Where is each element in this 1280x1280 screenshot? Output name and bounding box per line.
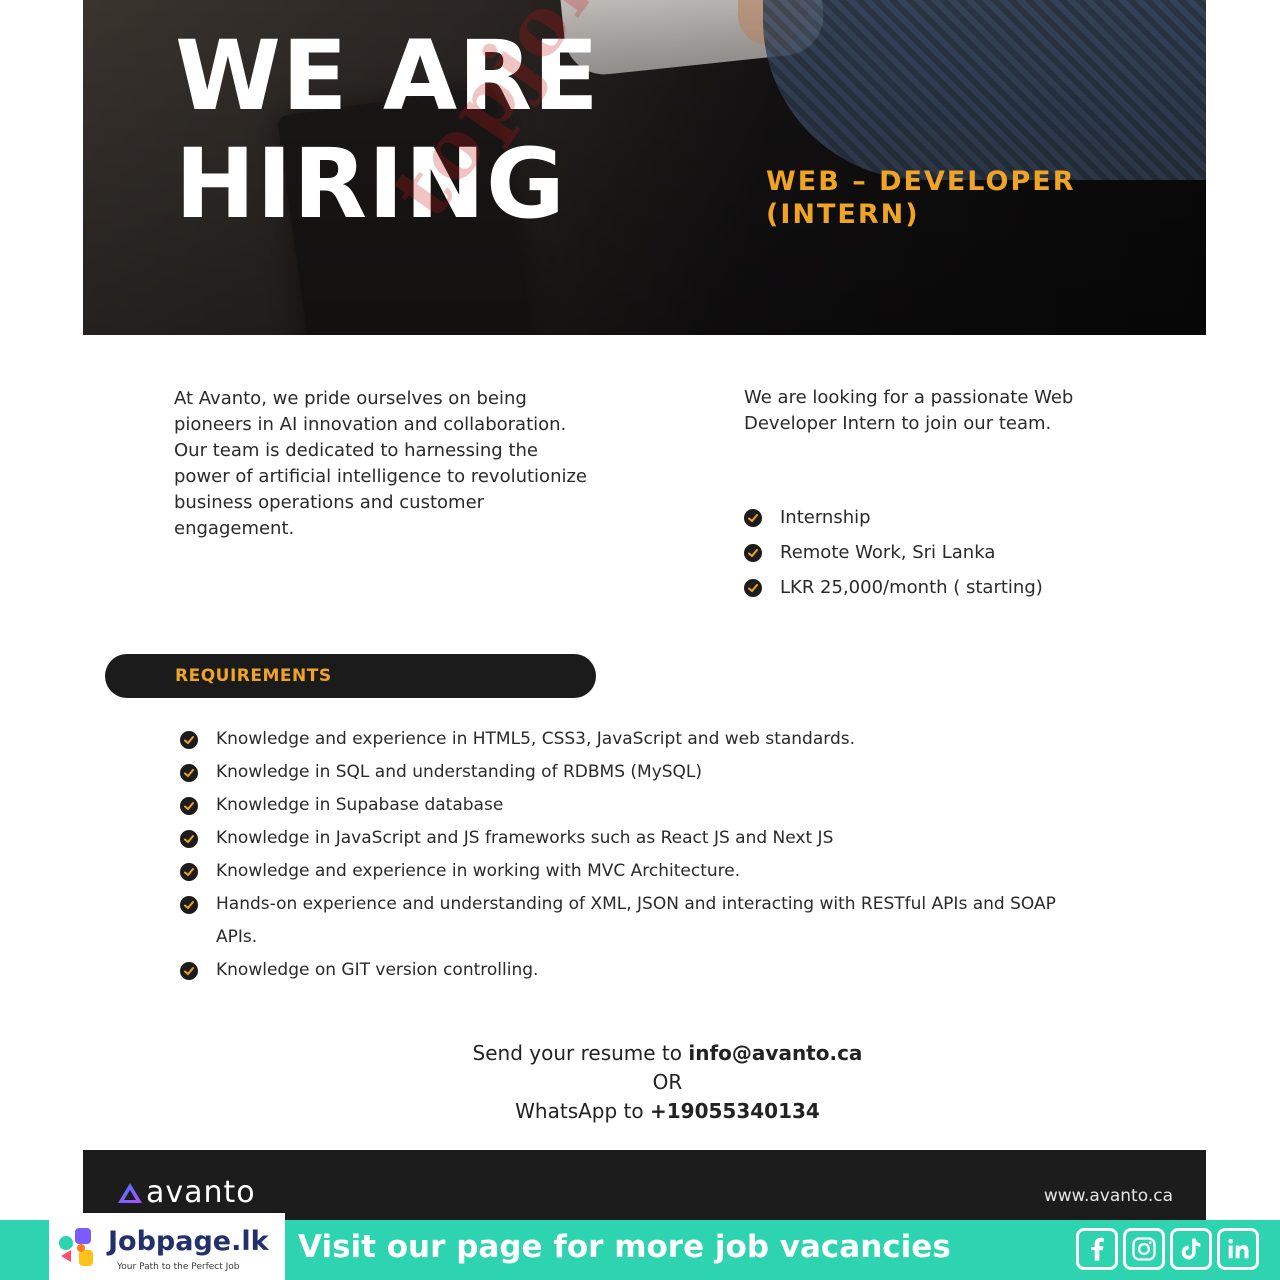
social-links — [1076, 1228, 1259, 1270]
check-icon — [180, 863, 198, 881]
requirement-item: Knowledge and experience in HTML5, CSS3,… — [180, 723, 1100, 756]
job-features: Internship Remote Work, Sri Lanka LKR 25… — [744, 500, 1043, 605]
jobpage-name: Jobpage.lk — [108, 1226, 269, 1257]
feature-item: LKR 25,000/month ( starting) — [744, 570, 1043, 605]
or-text: OR — [652, 1070, 683, 1094]
whatsapp-prefix: WhatsApp to — [515, 1099, 650, 1123]
resume-line: Send your resume to info@avanto.ca — [0, 1039, 1280, 1068]
requirements-list: Knowledge and experience in HTML5, CSS3,… — [180, 723, 1100, 987]
job-role-line1: WEB – DEVELOPER — [766, 166, 1076, 197]
website-link[interactable]: www.avanto.ca — [1044, 1186, 1173, 1206]
avanto-logo: avanto — [116, 1175, 256, 1210]
jobpage-logo[interactable]: Jobpage.lk Your Path to the Perfect Job — [49, 1213, 285, 1280]
facebook-icon[interactable] — [1076, 1228, 1118, 1270]
job-role: WEB – DEVELOPER (INTERN) — [766, 165, 1076, 231]
email-link[interactable]: info@avanto.ca — [688, 1041, 862, 1065]
hero-banner: WE ARE HIRING WEB – DEVELOPER (INTERN) t… — [83, 0, 1206, 335]
requirement-text: Knowledge and experience in working with… — [216, 861, 741, 881]
requirement-item: Knowledge on GIT version controlling. — [180, 954, 1100, 987]
resume-prefix: Send your resume to — [472, 1041, 689, 1065]
check-icon — [744, 508, 762, 527]
feature-label: Remote Work, Sri Lanka — [780, 542, 996, 563]
feature-label: LKR 25,000/month ( starting) — [780, 577, 1043, 598]
check-icon — [180, 764, 198, 782]
avanto-logo-icon — [118, 1182, 142, 1203]
role-intro: We are looking for a passionate Web Deve… — [744, 387, 1074, 434]
brand-name: avanto — [146, 1175, 256, 1210]
jobpage-logo-icon — [59, 1228, 93, 1266]
feature-item: Internship — [744, 500, 1043, 535]
requirement-text: Knowledge in JavaScript and JS framework… — [216, 828, 834, 848]
check-icon — [180, 731, 198, 749]
check-icon — [744, 543, 762, 562]
feature-item: Remote Work, Sri Lanka — [744, 535, 1043, 570]
requirement-item: Knowledge and experience in working with… — [180, 855, 1100, 888]
linkedin-icon[interactable] — [1217, 1228, 1259, 1270]
check-icon — [180, 896, 198, 914]
requirement-item: Knowledge in SQL and understanding of RD… — [180, 756, 1100, 789]
jobpage-cta[interactable]: Visit our page for more job vacancies — [298, 1229, 951, 1265]
requirement-item: Knowledge in Supabase database — [180, 789, 1100, 822]
company-footer: avanto www.avanto.ca — [83, 1150, 1206, 1220]
company-intro: At Avanto, we pride ourselves on being p… — [174, 388, 587, 539]
check-icon — [180, 830, 198, 848]
check-icon — [180, 962, 198, 980]
contact-block: Send your resume to info@avanto.ca OR Wh… — [0, 1039, 1280, 1126]
requirement-text: Knowledge on GIT version controlling. — [216, 960, 539, 980]
requirement-text: Knowledge in Supabase database — [216, 795, 504, 815]
check-icon — [744, 578, 762, 597]
requirements-heading-pill: REQUIREMENTS — [105, 654, 596, 698]
whatsapp-line: WhatsApp to +19055340134 — [0, 1097, 1280, 1126]
instagram-icon[interactable] — [1123, 1228, 1165, 1270]
tiktok-icon[interactable] — [1170, 1228, 1212, 1270]
requirement-text: Knowledge in SQL and understanding of RD… — [216, 762, 703, 782]
requirement-text: Knowledge and experience in HTML5, CSS3,… — [216, 729, 856, 749]
check-icon — [180, 797, 198, 815]
requirement-item: Knowledge in JavaScript and JS framework… — [180, 822, 1100, 855]
jobpage-tagline: Your Path to the Perfect Job — [117, 1262, 240, 1272]
phone-link[interactable]: +19055340134 — [650, 1099, 820, 1123]
requirement-text: Hands-on experience and understanding of… — [216, 894, 1056, 947]
job-role-line2: (INTERN) — [766, 199, 920, 230]
requirements-heading: REQUIREMENTS — [175, 666, 332, 686]
requirement-item: Hands-on experience and understanding of… — [180, 888, 1100, 954]
feature-label: Internship — [780, 507, 871, 528]
